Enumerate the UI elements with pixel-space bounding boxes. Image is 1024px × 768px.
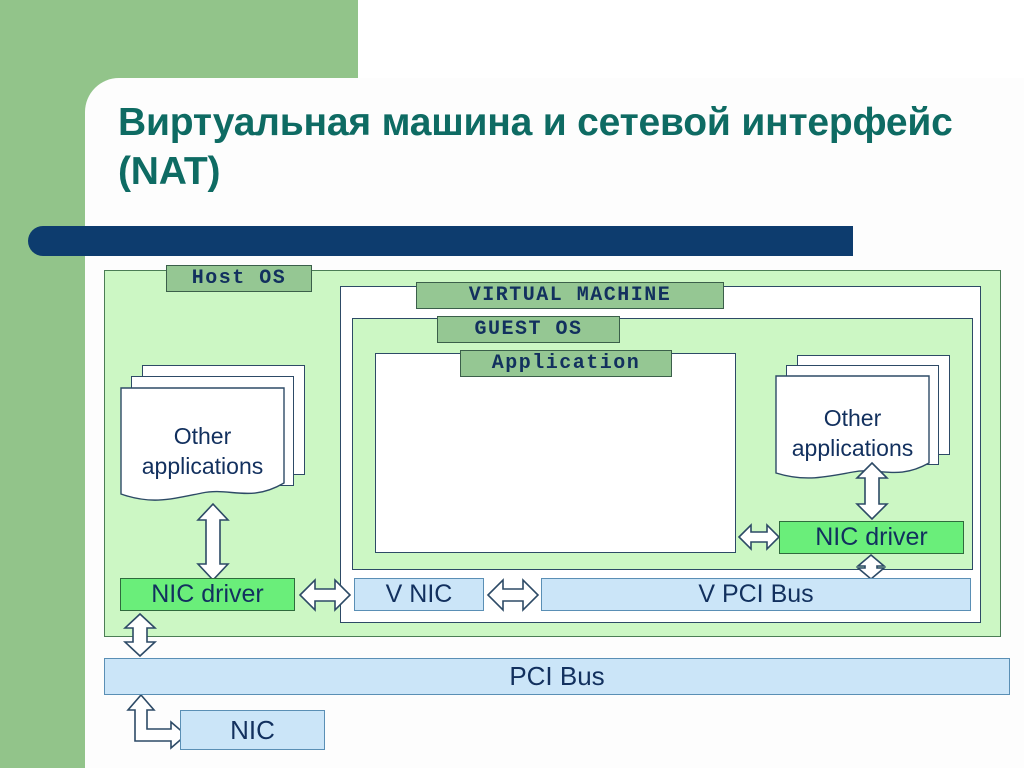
arrow-guest-apps-to-nic-driver bbox=[855, 461, 889, 521]
guest-apps-line2: applications bbox=[791, 435, 914, 461]
box-v-nic: V NIC bbox=[354, 578, 484, 611]
guest-apps-line1: Other bbox=[823, 405, 882, 431]
host-apps-line1: Other bbox=[173, 423, 232, 449]
host-other-applications-stack: Other applications bbox=[120, 365, 305, 501]
arrow-host-nic-driver-to-v-nic bbox=[298, 578, 352, 612]
box-pci-bus: PCI Bus bbox=[104, 658, 1010, 695]
host-other-applications-label: Other applications bbox=[120, 387, 285, 522]
host-apps-line2: applications bbox=[141, 453, 264, 479]
label-host-os: Host OS bbox=[166, 265, 312, 292]
label-virtual-machine: VIRTUAL MACHINE bbox=[416, 282, 724, 309]
arrow-guest-nic-driver-to-v-pci-bus bbox=[855, 553, 887, 581]
label-guest-os: GUEST OS bbox=[437, 316, 620, 343]
arrow-application-to-guest-nic-driver bbox=[737, 523, 781, 551]
architecture-diagram: Host OS VIRTUAL MACHINE GUEST OS Applica… bbox=[0, 0, 1024, 768]
arrow-v-nic-to-v-pci-bus bbox=[486, 578, 540, 612]
arrow-host-apps-to-nic-driver bbox=[196, 502, 230, 582]
box-v-pci-bus: V PCI Bus bbox=[541, 578, 971, 611]
slide: Виртуальная машина и сетевой интерфейс (… bbox=[0, 0, 1024, 768]
box-application bbox=[375, 353, 736, 553]
label-application: Application bbox=[460, 350, 672, 377]
arrow-pci-bus-to-nic bbox=[126, 693, 188, 750]
guest-other-applications-label: Other applications bbox=[775, 375, 930, 500]
box-nic-driver-guest: NIC driver bbox=[779, 521, 964, 554]
box-nic: NIC bbox=[180, 710, 325, 750]
arrow-host-nic-driver-to-pci-bus bbox=[122, 612, 158, 658]
box-nic-driver-host: NIC driver bbox=[120, 578, 295, 611]
